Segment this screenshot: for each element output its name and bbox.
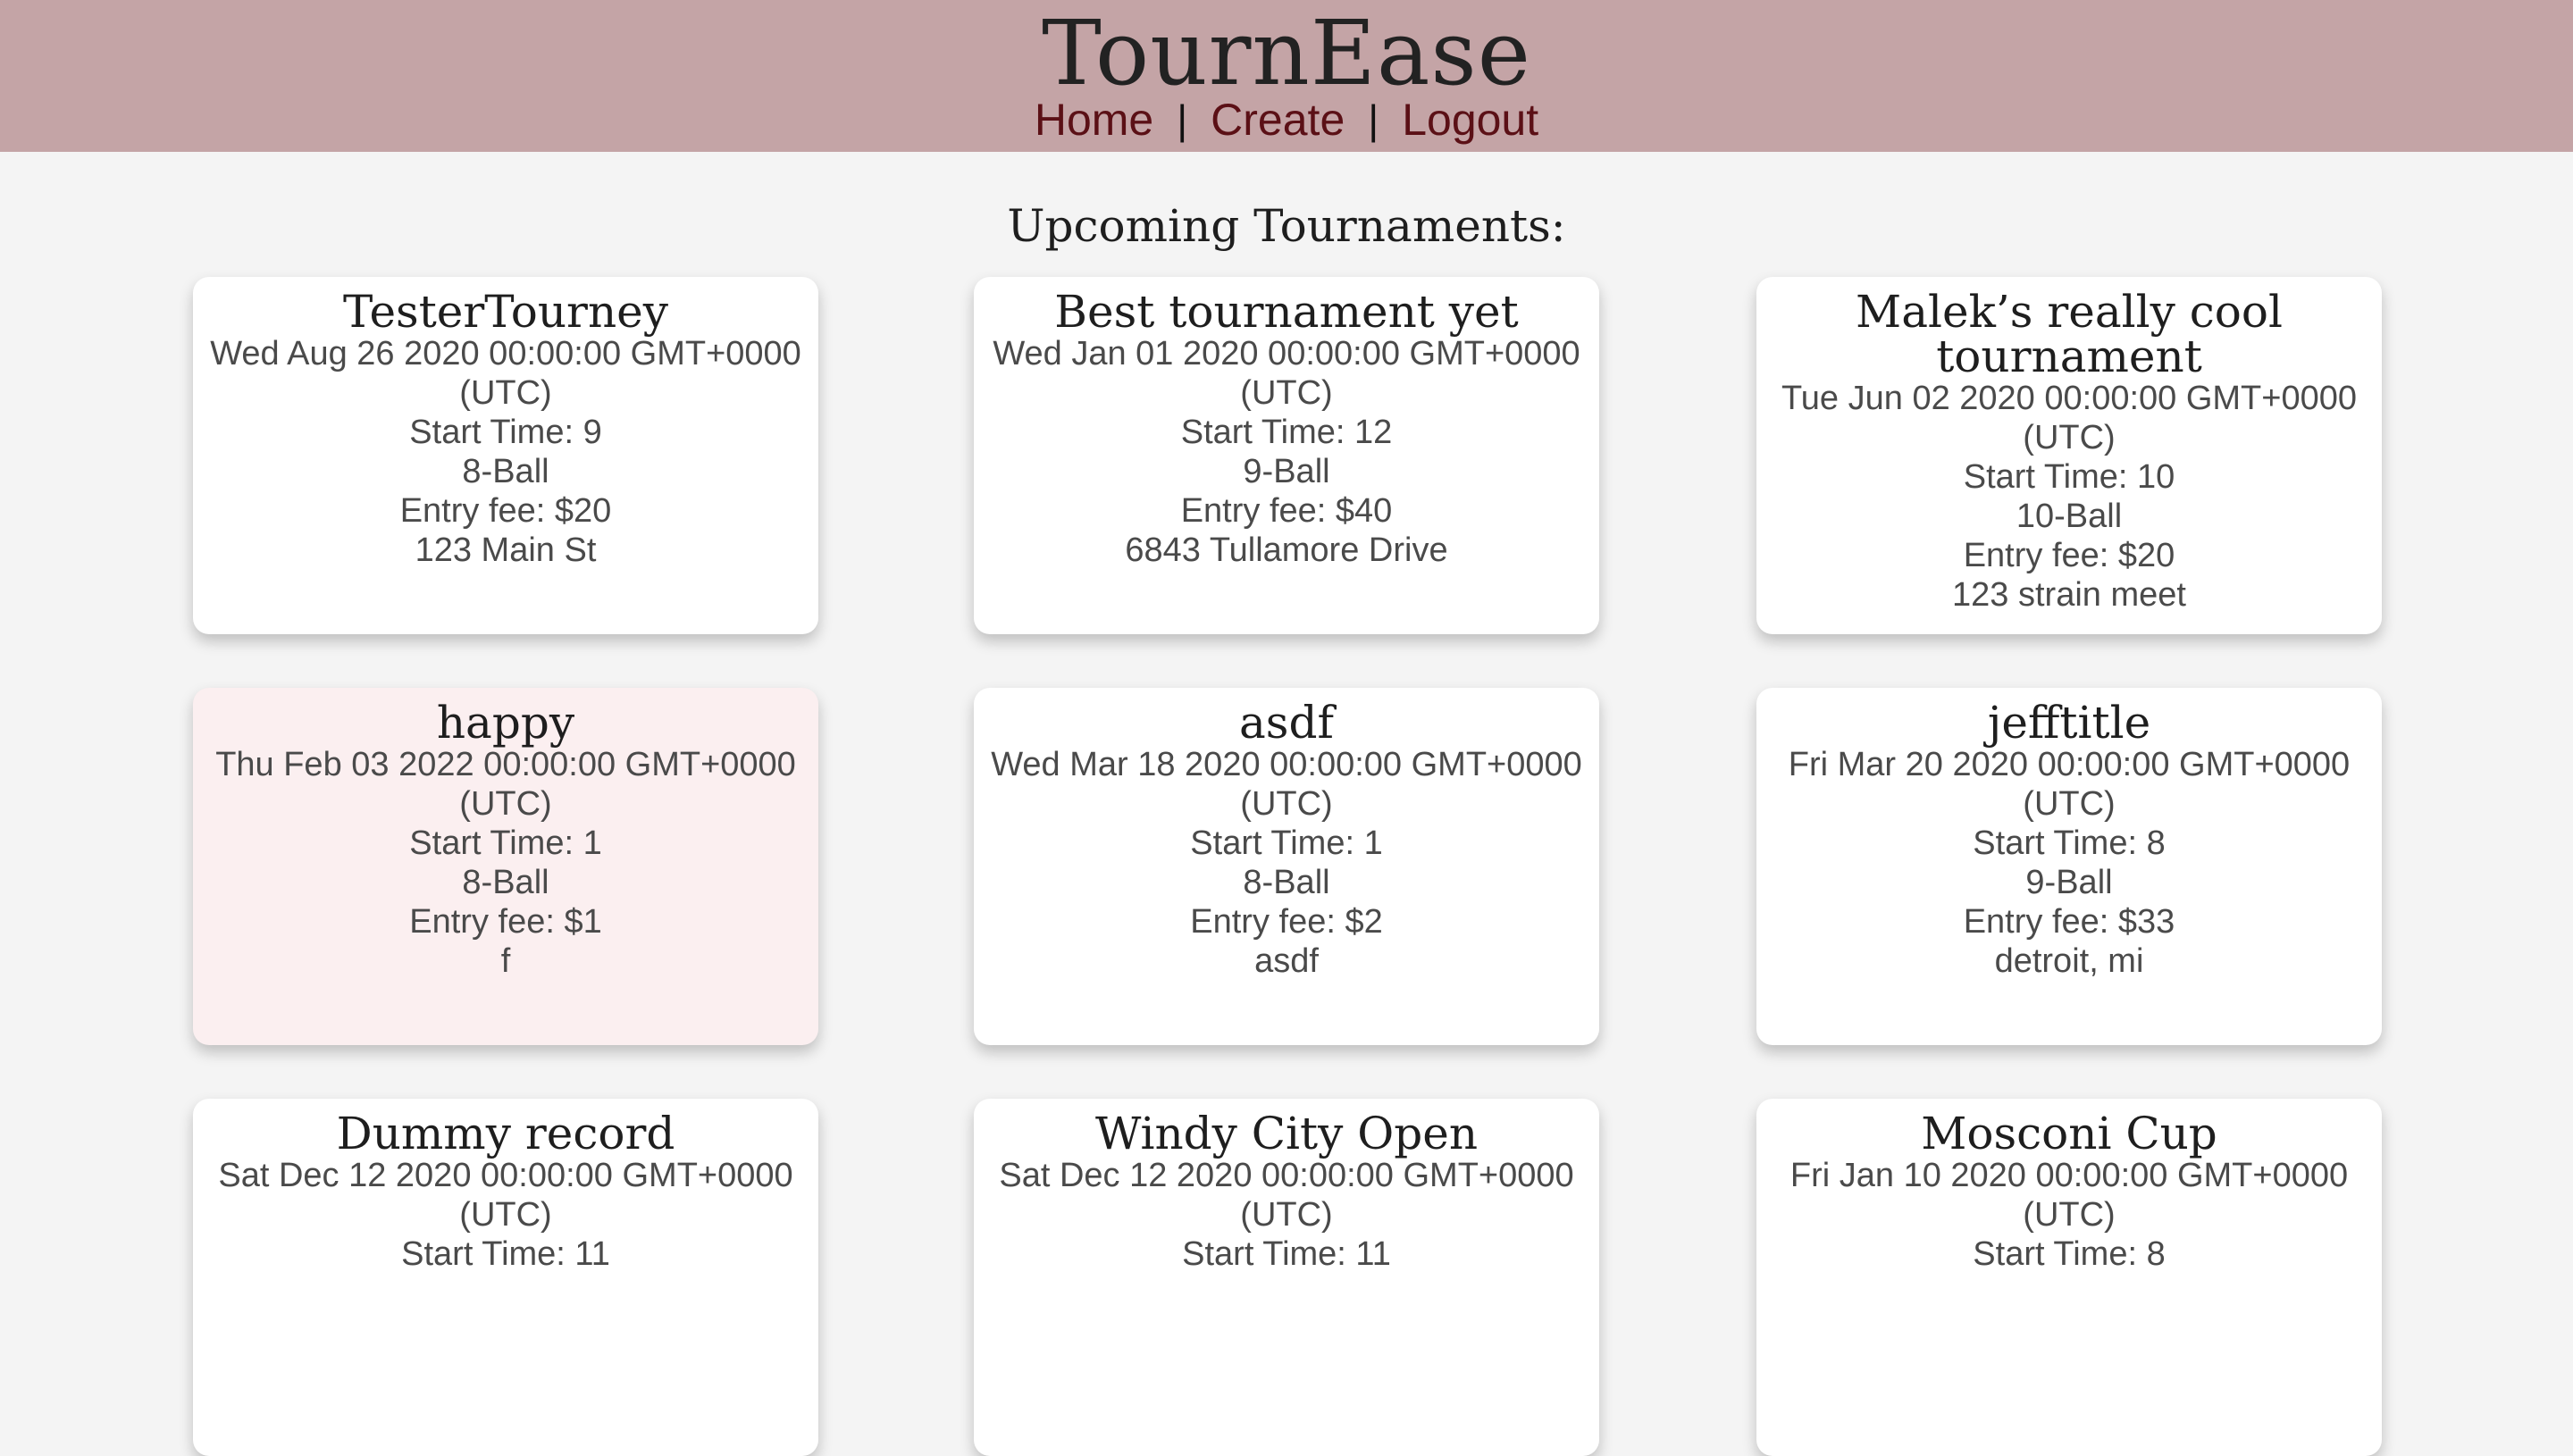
tournament-location: f bbox=[500, 942, 511, 980]
tournament-card[interactable]: Best tournament yet Wed Jan 01 2020 00:0… bbox=[974, 277, 1599, 634]
tournament-date: Wed Aug 26 2020 00:00:00 GMT+0000 (UTC) bbox=[210, 335, 801, 412]
tournament-name: TesterTourney bbox=[342, 286, 668, 338]
tournament-entry-fee: Entry fee: $1 bbox=[409, 903, 602, 941]
tournament-location: 123 strain meet bbox=[1952, 576, 2186, 614]
tournament-name: Dummy record bbox=[336, 1108, 675, 1159]
tournament-game: 9-Ball bbox=[2025, 864, 2113, 901]
tournament-start-time: Start Time: 9 bbox=[409, 414, 602, 451]
tournament-date: Wed Jan 01 2020 00:00:00 GMT+0000 (UTC) bbox=[993, 335, 1580, 412]
tournament-start-time: Start Time: 11 bbox=[401, 1235, 610, 1273]
tournament-date: Wed Mar 18 2020 00:00:00 GMT+0000 (UTC) bbox=[991, 746, 1582, 823]
nav-create-link[interactable]: Create bbox=[1211, 93, 1345, 146]
tournament-start-time: Start Time: 8 bbox=[1973, 1235, 2166, 1273]
tournament-name: jefftitle bbox=[1987, 697, 2151, 749]
tournament-game: 9-Ball bbox=[1243, 453, 1330, 490]
tournament-start-time: Start Time: 8 bbox=[1973, 824, 2166, 862]
tournament-location: 6843 Tullamore Drive bbox=[1125, 531, 1448, 569]
tournament-name: Mosconi Cup bbox=[1921, 1108, 2217, 1159]
tournament-card[interactable]: Windy City Open Sat Dec 12 2020 00:00:00… bbox=[974, 1099, 1599, 1456]
tournament-location: 123 Main St bbox=[415, 531, 597, 569]
tournament-date: Tue Jun 02 2020 00:00:00 GMT+0000 (UTC) bbox=[1781, 380, 2357, 456]
tournament-date: Sat Dec 12 2020 00:00:00 GMT+0000 (UTC) bbox=[218, 1157, 793, 1234]
tournament-card[interactable]: Mosconi Cup Fri Jan 10 2020 00:00:00 GMT… bbox=[1756, 1099, 2382, 1456]
tournament-start-time: Start Time: 12 bbox=[1180, 414, 1393, 451]
tournament-game: 8-Ball bbox=[462, 864, 549, 901]
tournament-start-time: Start Time: 11 bbox=[1182, 1235, 1391, 1273]
tournament-entry-fee: Entry fee: $40 bbox=[1180, 492, 1393, 530]
tournament-card[interactable]: asdf Wed Mar 18 2020 00:00:00 GMT+0000 (… bbox=[974, 688, 1599, 1045]
tournament-date: Fri Mar 20 2020 00:00:00 GMT+0000 (UTC) bbox=[1788, 746, 2351, 823]
tournament-date: Sat Dec 12 2020 00:00:00 GMT+0000 (UTC) bbox=[999, 1157, 1574, 1234]
tournament-entry-fee: Entry fee: $33 bbox=[1963, 903, 2175, 941]
tournament-game: 8-Ball bbox=[1243, 864, 1330, 901]
nav-home-link[interactable]: Home bbox=[1035, 93, 1153, 146]
nav-separator: | bbox=[1177, 96, 1188, 143]
tournament-card[interactable]: Malek’s really cool tournament Tue Jun 0… bbox=[1756, 277, 2382, 634]
tournament-card[interactable]: TesterTourney Wed Aug 26 2020 00:00:00 G… bbox=[193, 277, 818, 634]
tournament-card[interactable]: jefftitle Fri Mar 20 2020 00:00:00 GMT+0… bbox=[1756, 688, 2382, 1045]
app-title: TournEase bbox=[1042, 1, 1531, 105]
tournament-location: detroit, mi bbox=[1994, 942, 2144, 980]
tournament-card[interactable]: happy Thu Feb 03 2022 00:00:00 GMT+0000 … bbox=[193, 688, 818, 1045]
tournament-name: Windy City Open bbox=[1094, 1108, 1479, 1159]
tournament-name: asdf bbox=[1239, 697, 1334, 749]
tournament-entry-fee: Entry fee: $20 bbox=[399, 492, 612, 530]
tournament-date: Thu Feb 03 2022 00:00:00 GMT+0000 (UTC) bbox=[215, 746, 796, 823]
tournament-location: asdf bbox=[1254, 942, 1319, 980]
tournament-start-time: Start Time: 10 bbox=[1963, 458, 2175, 496]
nav-logout-link[interactable]: Logout bbox=[1402, 93, 1538, 146]
tournament-name: Malek’s really cool tournament bbox=[1856, 286, 2283, 382]
tournament-card[interactable]: Dummy record Sat Dec 12 2020 00:00:00 GM… bbox=[193, 1099, 818, 1456]
tournament-name: Best tournament yet bbox=[1054, 286, 1519, 338]
nav-separator: | bbox=[1368, 96, 1379, 143]
tournament-date: Fri Jan 10 2020 00:00:00 GMT+0000 (UTC) bbox=[1789, 1157, 2349, 1234]
tournament-start-time: Start Time: 1 bbox=[1190, 824, 1383, 862]
tournament-entry-fee: Entry fee: $20 bbox=[1963, 537, 2175, 574]
main-nav: Home | Create | Logout bbox=[0, 93, 2573, 146]
tournament-game: 8-Ball bbox=[462, 453, 549, 490]
tournament-name: happy bbox=[436, 697, 575, 749]
app-header: TournEase Home | Create | Logout bbox=[0, 0, 2573, 152]
tournament-game: 10-Ball bbox=[2016, 498, 2123, 535]
section-title: Upcoming Tournaments: bbox=[1007, 200, 1566, 252]
tournament-entry-fee: Entry fee: $2 bbox=[1190, 903, 1383, 941]
tournament-start-time: Start Time: 1 bbox=[409, 824, 602, 862]
